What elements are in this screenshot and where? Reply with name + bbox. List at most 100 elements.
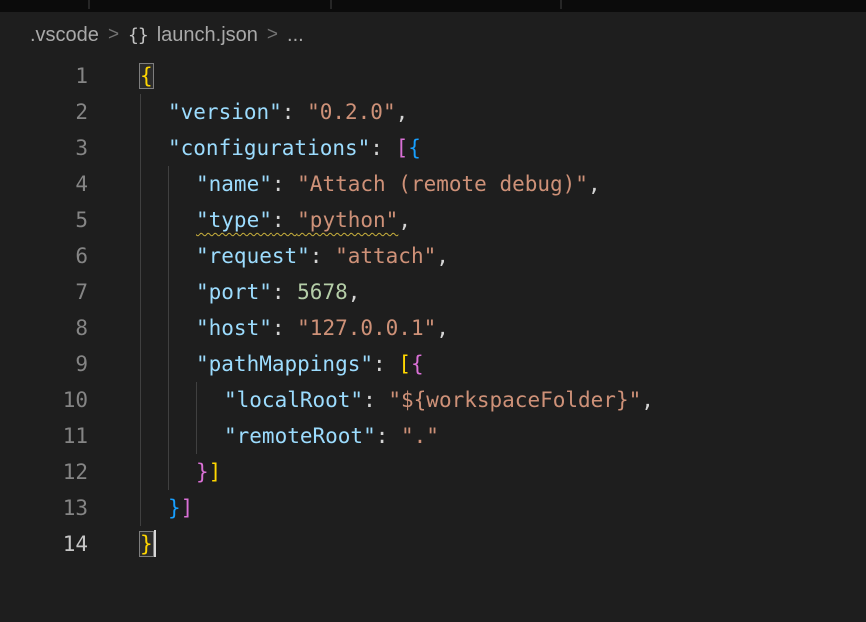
indent-guide [140,94,141,130]
code-token: : [376,424,401,448]
indent-guide [140,238,141,274]
indent-guide [168,166,169,202]
code-content[interactable]: "configurations": [{ [140,130,421,166]
line-number[interactable]: 1 [0,58,88,94]
code-token: [ [398,352,411,376]
code-line[interactable]: 8 "host": "127.0.0.1", [0,310,866,346]
code-token: , [436,316,449,340]
code-token: "host" [196,316,272,340]
code-line[interactable]: 2 "version": "0.2.0", [0,94,866,130]
code-line[interactable]: 5 "type": "python", [0,202,866,238]
line-number[interactable]: 4 [0,166,88,202]
code-line[interactable]: 13}] [0,490,866,526]
code-content[interactable]: "type": "python", [140,202,411,238]
line-number[interactable]: 7 [0,274,88,310]
code-token: : [272,280,297,304]
indent-guide [168,454,169,490]
code-token: "type" [196,208,272,232]
code-line[interactable]: 9 "pathMappings": [{ [0,346,866,382]
breadcrumb: .vscode > {} launch.json > ... [0,12,866,58]
code-line[interactable]: 7 "port": 5678, [0,274,866,310]
code-token: , [588,172,601,196]
code-line[interactable]: 3 "configurations": [{ [0,130,866,166]
code-token: , [641,388,654,412]
line-number[interactable]: 2 [0,94,88,130]
code-token: ] [181,496,194,520]
indent-guide [168,238,169,274]
code-token: "name" [196,172,272,196]
code-content[interactable]: "name": "Attach (remote debug)", [140,166,601,202]
code-token: : [272,208,297,232]
code-token: } [196,460,209,484]
code-content[interactable]: "remoteRoot": "." [140,418,439,454]
code-token: "configurations" [168,136,370,160]
code-token: "." [401,424,439,448]
code-token: { [411,352,424,376]
line-number[interactable]: 14 [0,526,88,562]
indent-guide [140,490,141,526]
code-token: "localRoot" [224,388,363,412]
indent-guide [140,310,141,346]
indent-guide [168,382,169,418]
indent-guide [196,418,197,454]
indent-guide [140,166,141,202]
tab-bar-edge [0,0,866,12]
breadcrumb-file[interactable]: launch.json [157,24,258,47]
tab-separator [330,0,332,9]
indent-guide [168,346,169,382]
indent-guide [196,382,197,418]
code-content[interactable]: }] [140,454,221,490]
code-token: "pathMappings" [196,352,373,376]
code-token: : [272,316,297,340]
line-number[interactable]: 8 [0,310,88,346]
line-number[interactable]: 9 [0,346,88,382]
matched-bracket: { [140,64,153,88]
code-token: : [282,100,307,124]
line-number[interactable]: 10 [0,382,88,418]
breadcrumb-symbol-more[interactable]: ... [287,24,304,47]
indent-guide [140,346,141,382]
code-token: "127.0.0.1" [297,316,436,340]
indent-guide [140,130,141,166]
code-line[interactable]: 11 "remoteRoot": "." [0,418,866,454]
indent-guide [140,274,141,310]
code-content[interactable]: "port": 5678, [140,274,360,310]
line-number[interactable]: 13 [0,490,88,526]
line-number[interactable]: 11 [0,418,88,454]
code-content[interactable]: } [140,526,156,562]
indent-guide [168,418,169,454]
code-line[interactable]: 12}] [0,454,866,490]
breadcrumb-folder[interactable]: .vscode [30,24,99,47]
code-token: [ [396,136,409,160]
code-content[interactable]: "host": "127.0.0.1", [140,310,449,346]
code-line[interactable]: 14} [0,526,866,562]
indent-guide [140,382,141,418]
indent-guide [168,274,169,310]
code-content[interactable]: }] [140,490,193,526]
code-token: , [396,100,409,124]
code-content[interactable]: "version": "0.2.0", [140,94,408,130]
indent-guide [140,454,141,490]
indent-guide [140,202,141,238]
code-line[interactable]: 1{ [0,58,866,94]
code-content[interactable]: "request": "attach", [140,238,449,274]
code-content[interactable]: { [140,58,153,94]
code-content[interactable]: "localRoot": "${workspaceFolder}", [140,382,654,418]
code-token: "python" [297,208,398,232]
line-number[interactable]: 3 [0,130,88,166]
matched-bracket: } [140,532,153,556]
code-content[interactable]: "pathMappings": [{ [140,346,424,382]
code-line[interactable]: 4 "name": "Attach (remote debug)", [0,166,866,202]
indent-guide [168,202,169,238]
line-number[interactable]: 5 [0,202,88,238]
code-token: { [408,136,421,160]
code-token: ] [209,460,222,484]
code-line[interactable]: 6 "request": "attach", [0,238,866,274]
code-line[interactable]: 10 "localRoot": "${workspaceFolder}", [0,382,866,418]
code-lines: 1{2"version": "0.2.0",3"configurations":… [0,58,866,562]
line-number[interactable]: 12 [0,454,88,490]
code-token: , [436,244,449,268]
code-token: : [272,172,297,196]
line-number[interactable]: 6 [0,238,88,274]
code-token: 5678 [297,280,348,304]
